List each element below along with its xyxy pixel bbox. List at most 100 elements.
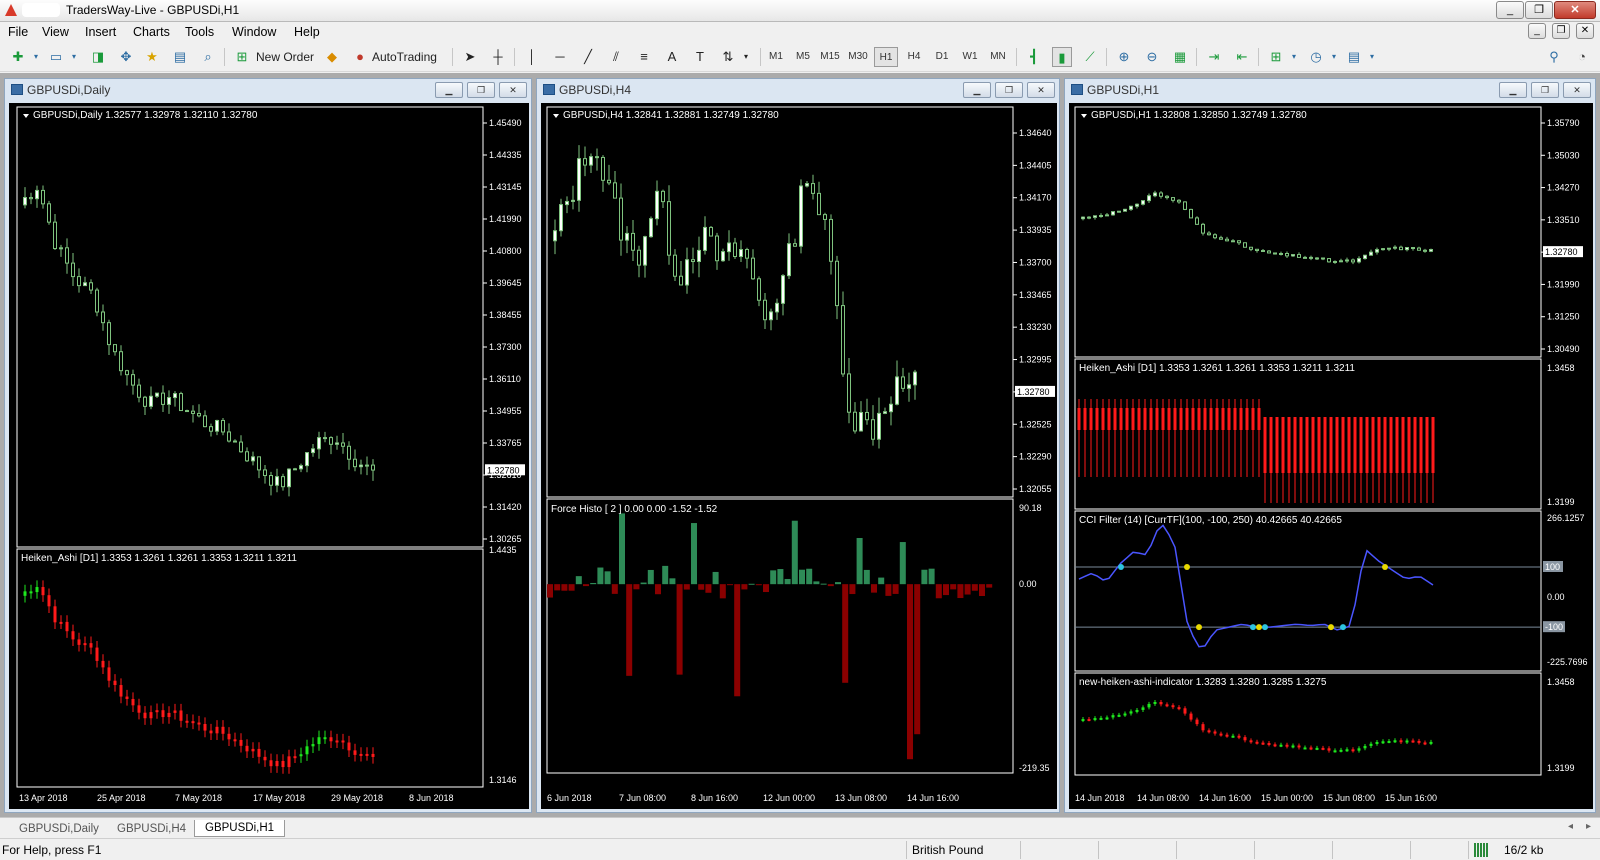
periods-icon[interactable]: ◷ (1306, 47, 1326, 67)
maximize-button[interactable]: ❐ (1531, 82, 1559, 98)
chart-canvas-h1[interactable]: 1.35790 1.35030 1.34270 1.33510 1.31990 1.312… (1069, 103, 1593, 809)
fibonacci-icon[interactable]: ≡ (634, 47, 654, 67)
new-chart-icon[interactable]: ✚ (8, 47, 28, 67)
cursor-icon[interactable]: ➤ (460, 47, 480, 67)
text-icon[interactable]: A (662, 47, 682, 67)
dropdown-icon[interactable]: ▾ (26, 47, 46, 67)
close-button[interactable]: ✕ (499, 82, 527, 98)
candle-body (847, 373, 851, 413)
menu-charts[interactable]: Charts (133, 25, 170, 39)
timeframe-m15[interactable]: M15 (818, 47, 842, 67)
minimize-button[interactable]: ▁ (963, 82, 991, 98)
line-chart-icon[interactable]: ⟋ (1080, 47, 1100, 67)
dropdown-icon[interactable]: ▾ (1324, 47, 1344, 67)
profiles-icon[interactable]: ▭ (46, 47, 66, 67)
close-button[interactable]: ✕ (1554, 1, 1596, 19)
child-close-button[interactable]: ✕ (1576, 23, 1594, 39)
tab-daily[interactable]: GBPUSDi,Daily (8, 820, 110, 837)
child-restore-button[interactable]: ❐ (1552, 23, 1570, 39)
zoom-out-icon[interactable]: ⊖ (1142, 47, 1162, 67)
candle-body (125, 370, 129, 376)
timeframe-mn[interactable]: MN (986, 47, 1010, 67)
tab-scroll-left-icon[interactable]: ◂ (1568, 821, 1573, 832)
templates-icon[interactable]: ▤ (1344, 47, 1364, 67)
ha-bar (1353, 417, 1357, 473)
autotrading-button[interactable]: AutoTrading (372, 47, 437, 67)
tab-h4[interactable]: GBPUSDi,H4 (106, 820, 197, 837)
menu-tools[interactable]: Tools (185, 25, 214, 39)
trendline-icon[interactable]: ╱ (578, 47, 598, 67)
chat-icon[interactable]: ◔ (1572, 47, 1592, 67)
close-button[interactable]: ✕ (1027, 82, 1055, 98)
terminal-icon[interactable]: ▤ (170, 47, 190, 67)
new-order-button[interactable]: New Order (256, 47, 314, 67)
timeframe-h4[interactable]: H4 (902, 47, 926, 67)
autoscroll-icon[interactable]: ⇥ (1204, 47, 1224, 67)
indicators-icon[interactable]: ⊞ (1266, 47, 1286, 67)
menu-window[interactable]: Window (232, 25, 276, 39)
tile-windows-icon[interactable]: ▦ (1170, 47, 1190, 67)
navigator-icon[interactable]: ★ (142, 47, 162, 67)
timeframe-d1[interactable]: D1 (930, 47, 954, 67)
metaeditor-icon[interactable]: ◆ (322, 47, 342, 67)
bar-chart-icon[interactable]: ┫ (1024, 47, 1044, 67)
minimize-button[interactable]: ▁ (435, 82, 463, 98)
candlestick-icon[interactable]: ▮ (1052, 47, 1072, 67)
chart-window-h1[interactable]: GBPUSDi,H1 ▁ ❐ ✕ 1.35790 1.35030 1.34270 1.33… (1064, 78, 1596, 813)
dropdown-icon[interactable]: ▾ (64, 47, 84, 67)
crosshair-icon[interactable]: ┼ (488, 47, 508, 67)
chart-shift-icon[interactable]: ⇤ (1232, 47, 1252, 67)
chart-window-h4[interactable]: GBPUSDi,H4 ▁ ❐ ✕ 1.34640 1.34405 1.34170 1.33… (536, 78, 1060, 813)
text-label-icon[interactable]: T (690, 47, 710, 67)
window-title: TradersWay-Live - GBPUSDi,H1 (66, 3, 240, 17)
timeframe-h1[interactable]: H1 (874, 47, 898, 67)
vertical-line-icon[interactable]: │ (522, 47, 542, 67)
horizontal-line-icon[interactable]: ─ (550, 47, 570, 67)
maximize-button[interactable]: ❐ (995, 82, 1023, 98)
zoom-in-icon[interactable]: ⊕ (1114, 47, 1134, 67)
arrows-icon[interactable]: ⇅ (718, 47, 738, 67)
candle-body (1339, 260, 1343, 263)
market-watch-icon[interactable]: ◨ (88, 47, 108, 67)
minimize-button[interactable]: _ (1496, 1, 1524, 19)
chart-canvas-h4[interactable]: 1.34640 1.34405 1.34170 1.33935 1.33700 1.334… (541, 103, 1057, 809)
tab-scroll-right-icon[interactable]: ▸ (1586, 821, 1591, 832)
timeframe-w1[interactable]: W1 (958, 47, 982, 67)
chart-canvas-daily[interactable]: 1.45490 1.44335 1.43145 1.41990 1.40800 1.396… (9, 103, 529, 809)
candle-body (317, 437, 321, 450)
dropdown-icon[interactable]: ▾ (1362, 47, 1382, 67)
maximize-button[interactable]: ❐ (467, 82, 495, 98)
tab-h1[interactable]: GBPUSDi,H1 (194, 820, 286, 837)
strategy-tester-icon[interactable]: ⌕ (198, 47, 218, 67)
chart-window-titlebar[interactable]: GBPUSDi,Daily ▁ ❐ ✕ (5, 79, 531, 101)
search-icon[interactable]: ⚲ (1544, 47, 1564, 67)
timeframe-m1[interactable]: M1 (764, 47, 788, 67)
menu-file[interactable]: File (8, 25, 28, 39)
dropdown-icon[interactable]: ▾ (1284, 47, 1304, 67)
menu-view[interactable]: View (42, 25, 69, 39)
minimize-button[interactable]: ▁ (1499, 82, 1527, 98)
candle-body (787, 243, 791, 277)
autotrading-icon[interactable]: ● (350, 47, 370, 67)
price-tick-label: 1.33765 (489, 438, 522, 448)
candle-body (209, 426, 213, 432)
candle-body (1099, 215, 1103, 218)
menu-help[interactable]: Help (294, 25, 320, 39)
timeframe-m30[interactable]: M30 (846, 47, 870, 67)
child-minimize-button[interactable]: _ (1528, 23, 1546, 39)
menu-insert[interactable]: Insert (85, 25, 116, 39)
candle-body (763, 299, 767, 321)
chart-window-daily[interactable]: GBPUSDi,Daily ▁ ❐ ✕ 1.45490 1.44335 1.43145 1… (4, 78, 532, 813)
chart-window-titlebar[interactable]: GBPUSDi,H1 ▁ ❐ ✕ (1065, 79, 1595, 101)
nha-bar (1147, 703, 1151, 708)
force-bar (619, 513, 625, 585)
data-window-icon[interactable]: ✥ (116, 47, 136, 67)
chart-window-titlebar[interactable]: GBPUSDi,H4 ▁ ❐ ✕ (537, 79, 1059, 101)
dropdown-icon[interactable]: ▾ (736, 47, 756, 67)
restore-button[interactable]: ❐ (1525, 1, 1553, 19)
close-button[interactable]: ✕ (1563, 82, 1591, 98)
timeframe-m5[interactable]: M5 (791, 47, 815, 67)
new-order-icon[interactable]: ⊞ (232, 47, 252, 67)
indicator-tick-label: 266.1257 (1547, 513, 1585, 523)
channel-icon[interactable]: ⫽ (606, 47, 626, 67)
